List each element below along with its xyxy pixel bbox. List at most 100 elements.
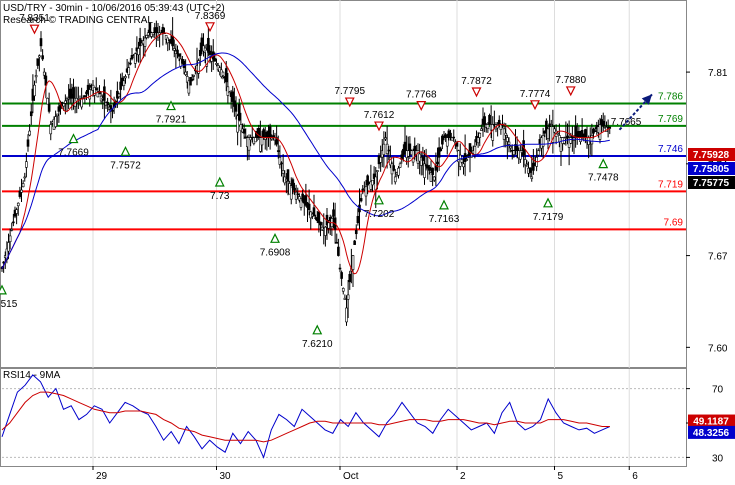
candle-body [73, 87, 75, 98]
rsi-badge-label: 49.1187 [693, 417, 729, 428]
candle-body [474, 146, 476, 154]
candle-body [56, 114, 58, 116]
price-badge-label: 7.75805 [693, 164, 730, 175]
annotation-label: 7.7179 [533, 212, 564, 223]
candle-body [43, 72, 45, 75]
candle-body [344, 298, 346, 299]
candle-body [398, 168, 400, 175]
annotation-label: 7.7478 [588, 173, 619, 184]
candle-body [22, 184, 24, 187]
header-line2: Research © TRADING CENTRAL [3, 15, 153, 26]
candle-body [55, 117, 57, 127]
candle-body [295, 192, 297, 199]
y-tick-label: 7.60 [708, 343, 728, 354]
candle-body [333, 210, 335, 217]
candle-body [498, 120, 500, 124]
candle-body [516, 146, 518, 151]
candle-body [35, 75, 37, 76]
candle-body [318, 212, 320, 223]
candle-body [506, 138, 508, 142]
candle-body [446, 138, 448, 147]
candle-body [214, 58, 216, 61]
candle-body [209, 51, 211, 54]
candle-body [492, 125, 494, 141]
candle-body [84, 96, 86, 97]
candle-body [232, 92, 234, 102]
candle-body [216, 63, 218, 64]
chart-root: 7.817.747.677.607.7867.7697.7467.7197.69… [0, 0, 735, 480]
candle-body [484, 117, 486, 125]
candle-body [177, 50, 179, 54]
candle-body [380, 157, 382, 162]
candle-body [38, 56, 40, 57]
candle-body [336, 242, 338, 243]
x-tick-label: 6 [632, 471, 638, 480]
candle-body [513, 151, 515, 155]
candle-body [107, 102, 109, 105]
candle-body [238, 104, 240, 120]
candle-body [48, 104, 50, 111]
x-tick-label: Oct [343, 471, 359, 480]
candle-body [281, 163, 283, 164]
candle-body [526, 164, 528, 165]
annotation-label: 7.7665 [611, 117, 642, 128]
candle-body [282, 170, 284, 173]
annotation-label: 7.7163 [429, 214, 460, 225]
level-label: 7.69 [664, 217, 684, 228]
candle-body [34, 85, 36, 96]
candle-body [95, 89, 97, 90]
candle-body [414, 146, 416, 151]
level-label: 7.769 [658, 114, 683, 125]
candle-body [89, 90, 91, 99]
candle-body [29, 131, 31, 135]
candle-body [146, 35, 148, 37]
candle-body [225, 69, 227, 82]
candle-body [337, 247, 339, 256]
x-tick-label: 29 [96, 471, 108, 480]
candle-body [466, 159, 468, 160]
candle-body [313, 208, 315, 217]
candle-body [404, 142, 406, 151]
candle-body [510, 146, 512, 148]
candle-body [287, 170, 289, 182]
x-tick-label: 5 [558, 471, 564, 480]
candle-body [320, 222, 322, 225]
level-label: 7.719 [658, 179, 683, 190]
candle-body [207, 38, 209, 52]
candle-body [557, 133, 559, 134]
candle-body [42, 56, 44, 59]
candle-body [37, 59, 39, 66]
candle-body [461, 159, 463, 162]
candle-body [445, 135, 447, 138]
candle-body [40, 38, 42, 45]
annotation-label: 7.6210 [302, 339, 333, 350]
candle-body [263, 130, 265, 138]
candle-body [25, 162, 27, 168]
candle-body [63, 104, 65, 107]
candle-body [128, 68, 130, 75]
candle-body [383, 144, 385, 154]
candle-body [599, 125, 601, 140]
candle-body [235, 105, 237, 112]
rsi-title: RSI14 - 9MA [3, 370, 61, 381]
candle-body [409, 144, 411, 151]
candle-body [222, 72, 224, 75]
candle-body [16, 210, 18, 214]
candle-body [12, 222, 14, 223]
annotation-label: 7.6515 [0, 299, 18, 310]
candle-body [21, 190, 23, 192]
candle-body [428, 167, 430, 170]
candle-body [437, 162, 439, 164]
candle-body [594, 131, 596, 132]
candle-body [64, 101, 66, 103]
rsi-y-tick-label: 30 [712, 453, 724, 464]
candle-body [173, 48, 175, 50]
candle-body [50, 125, 52, 134]
candle-body [547, 129, 549, 139]
chart-background [0, 0, 735, 480]
candle-body [393, 166, 395, 171]
annotation-label: 7.7774 [520, 89, 551, 100]
y-tick-label: 7.81 [708, 68, 728, 79]
candle-body [463, 164, 465, 167]
candle-body [450, 133, 452, 137]
